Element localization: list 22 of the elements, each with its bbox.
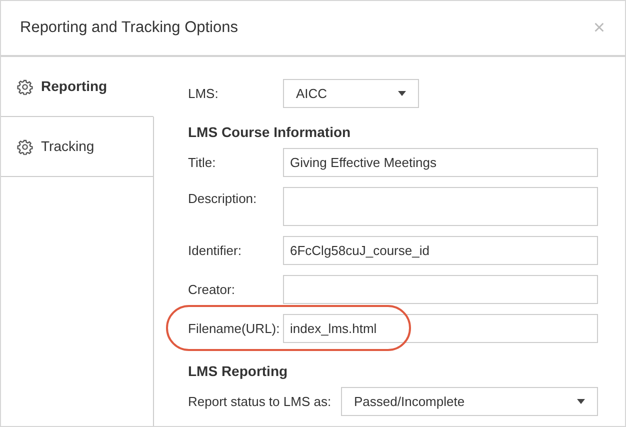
text-area[interactable]	[283, 187, 598, 226]
input-field[interactable]: index_lms.html	[283, 314, 598, 343]
caret-icon	[577, 399, 585, 404]
gear-icon	[17, 78, 33, 94]
input-field[interactable]: 6FcClg58cuJ_course_id	[283, 236, 598, 265]
field-label: Report status to LMS as:	[188, 392, 332, 411]
dialog-title: Reporting and Tracking Options	[20, 18, 238, 38]
lms-dropdown[interactable]: AICC	[283, 79, 419, 108]
field-label: Identifier:	[188, 242, 242, 260]
input-field[interactable]: Giving Effective Meetings	[283, 148, 598, 177]
caret-icon	[398, 91, 406, 96]
status-dropdown[interactable]: Passed/Incomplete	[341, 387, 598, 416]
field-label: Filename(URL):	[188, 320, 281, 338]
section-heading: LMS Reporting	[188, 362, 289, 381]
field-label: Creator:	[188, 280, 236, 299]
field-label: Description:	[188, 190, 258, 208]
gear-icon	[17, 138, 33, 154]
field-label: LMS:	[188, 84, 220, 103]
input-field[interactable]	[283, 275, 598, 304]
field-label: Title:	[188, 154, 217, 172]
section-heading: LMS Course Information	[188, 123, 352, 142]
sidebar-tab[interactable]: Tracking	[1, 117, 154, 177]
